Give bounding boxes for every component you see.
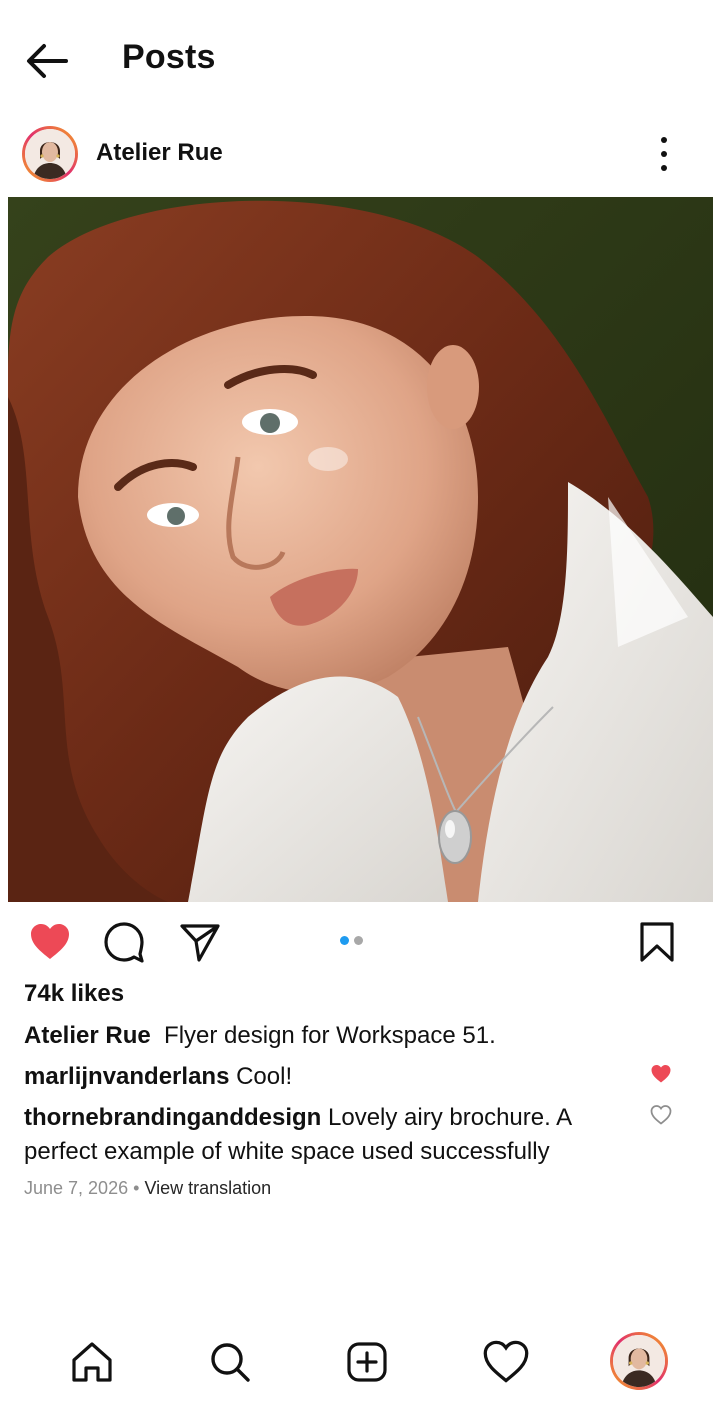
post-author-name[interactable]: Atelier Rue — [96, 139, 223, 167]
heart-outline-icon — [650, 1105, 672, 1125]
search-icon — [211, 1343, 250, 1382]
nav-activity[interactable] — [482, 1338, 530, 1386]
comment-button[interactable] — [102, 920, 146, 964]
carousel-dot — [354, 936, 363, 945]
comment-like-button[interactable] — [650, 1063, 672, 1085]
share-button[interactable] — [178, 920, 222, 964]
arrow-left-icon — [27, 44, 68, 78]
comment-author[interactable]: marlijnvanderlans — [24, 1063, 229, 1090]
comment: marlijnvanderlans Cool! — [24, 1060, 644, 1094]
caption: Atelier Rue Flyer design for Workspace 5… — [24, 1019, 644, 1053]
page-title: Posts — [122, 38, 216, 76]
back-button[interactable] — [22, 40, 70, 82]
author-avatar[interactable] — [22, 126, 78, 182]
heart-filled-icon — [651, 1065, 671, 1083]
comment-author[interactable]: thornebrandinganddesign — [24, 1104, 321, 1131]
profile-avatar — [25, 129, 75, 179]
heart-filled-icon — [31, 924, 69, 959]
likes-count[interactable]: 74k likes — [24, 980, 124, 1008]
carousel-indicator — [340, 934, 370, 946]
activity-heart-icon — [483, 1340, 529, 1383]
caption-author[interactable]: Atelier Rue — [24, 1022, 151, 1049]
post-header: Atelier Rue — [0, 124, 720, 184]
view-translation-link[interactable]: View translation — [144, 1178, 271, 1198]
save-button[interactable] — [636, 920, 680, 964]
bookmark-icon — [640, 922, 674, 962]
home-icon — [72, 1342, 112, 1382]
nav-home[interactable] — [68, 1338, 116, 1386]
post-actions — [0, 912, 720, 972]
like-button[interactable] — [28, 920, 72, 964]
comment-text: Cool! — [236, 1063, 293, 1090]
nav-search[interactable] — [206, 1338, 254, 1386]
meta-separator: • — [133, 1178, 140, 1198]
post-meta: June 7, 2026 • View translation — [24, 1178, 271, 1199]
post-image[interactable] — [8, 197, 713, 902]
comment-bubble-icon — [104, 922, 144, 963]
more-vertical-icon — [661, 137, 667, 171]
profile-avatar — [613, 1335, 665, 1387]
carousel-dot-active — [340, 936, 349, 945]
nav-create[interactable] — [343, 1338, 391, 1386]
comment-like-button[interactable] — [650, 1104, 672, 1126]
paper-plane-icon — [180, 924, 220, 962]
comment: thornebrandinganddesign Lovely airy broc… — [24, 1101, 644, 1169]
nav-profile[interactable] — [610, 1332, 668, 1390]
create-icon — [347, 1342, 387, 1382]
bottom-navigation — [0, 1320, 720, 1420]
more-options-button[interactable] — [646, 134, 682, 174]
portrait-photo — [8, 197, 713, 902]
top-bar: Posts — [0, 0, 720, 120]
caption-text: Flyer design for Workspace 51. — [164, 1022, 496, 1049]
post-date: June 7, 2026 — [24, 1178, 129, 1198]
